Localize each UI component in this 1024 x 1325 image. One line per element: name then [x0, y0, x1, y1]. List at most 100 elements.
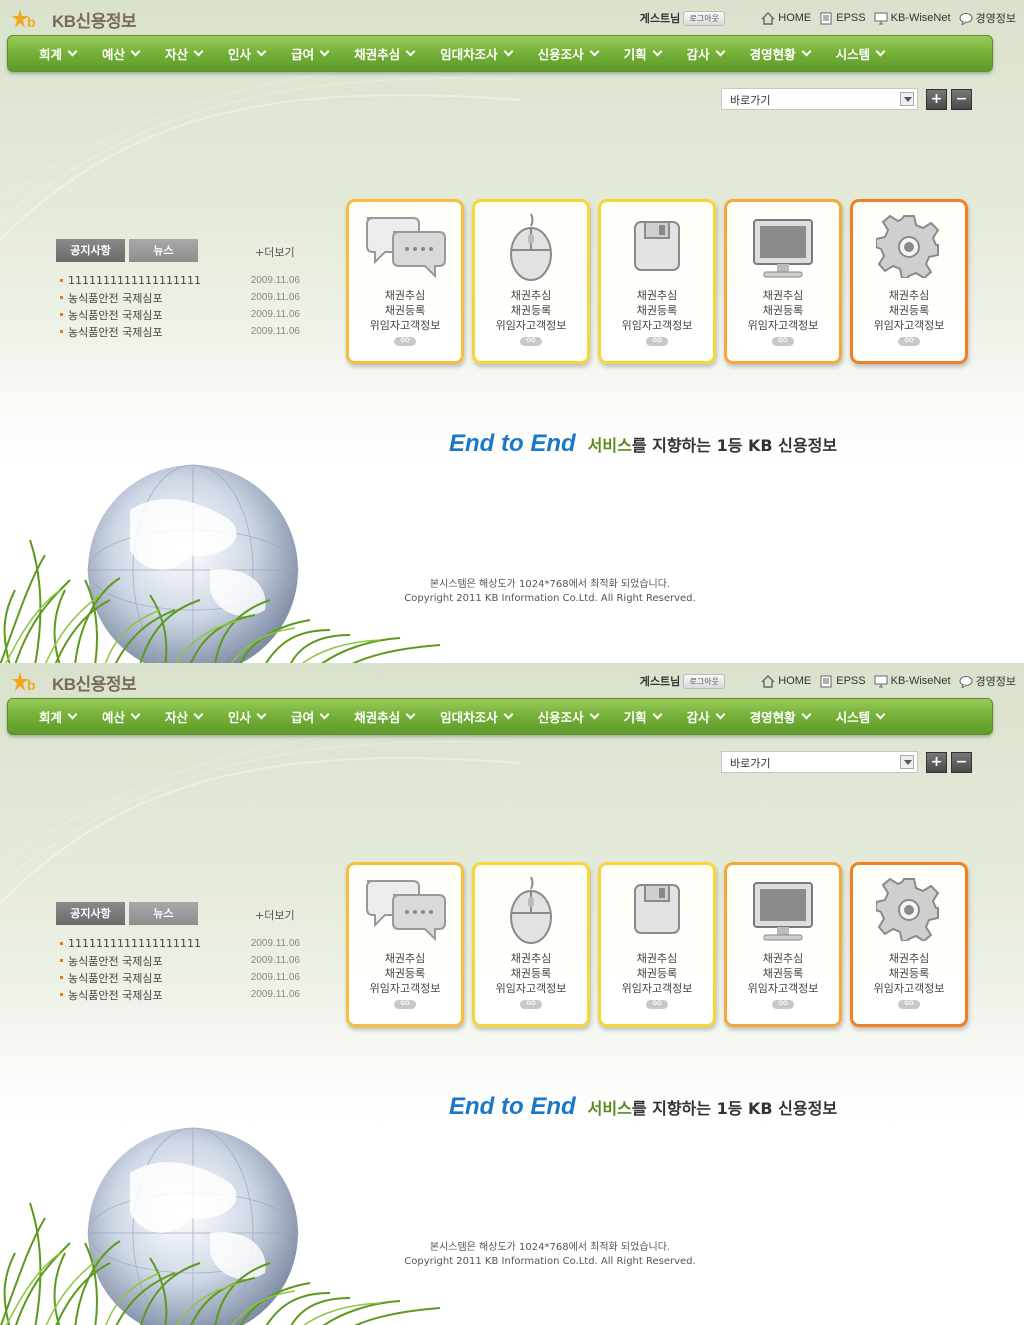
- gnb-item[interactable]: 기획: [611, 36, 674, 71]
- gnb-item[interactable]: 채권추심: [341, 699, 427, 734]
- management-info-link[interactable]: 경영정보: [959, 673, 1016, 689]
- gnb-item[interactable]: 채권추심: [341, 36, 427, 71]
- quick-go-select[interactable]: 바로가기: [721, 88, 918, 110]
- chevron-down-icon: [193, 46, 204, 57]
- chevron-down-icon[interactable]: [900, 755, 914, 769]
- epss-link[interactable]: EPSS: [819, 675, 866, 688]
- card-line: 채권등록: [888, 967, 930, 980]
- gnb-item[interactable]: 인사: [215, 699, 278, 734]
- zoom-out-button[interactable]: −: [951, 89, 972, 110]
- gnb-item[interactable]: 임대차조사: [427, 699, 525, 734]
- notice-row[interactable]: 농식품안전 국제심포 2009.11.06: [60, 306, 300, 323]
- gnb-item[interactable]: 자산: [152, 699, 215, 734]
- quick-menu-card[interactable]: 채권추심 채권등록 위임자고객정보 GO: [724, 199, 842, 364]
- card-line: 위임자고객정보: [747, 982, 819, 995]
- quick-go-select[interactable]: 바로가기: [721, 751, 918, 773]
- quick-menu-card[interactable]: 채권추심 채권등록 위임자고객정보 GO: [598, 199, 716, 364]
- gnb-item[interactable]: 감사: [674, 699, 737, 734]
- quick-menu-card[interactable]: 채권추심 채권등록 위임자고객정보 GO: [472, 199, 590, 364]
- quick-menu-card[interactable]: 채권추심 채권등록 위임자고객정보 GO: [598, 862, 716, 1027]
- notice-title[interactable]: 1111111111111111111: [60, 937, 201, 950]
- zoom-out-button[interactable]: −: [951, 752, 972, 773]
- card-line: 채권추심: [762, 952, 804, 965]
- gnb-item[interactable]: 시스템: [823, 36, 898, 71]
- logout-button[interactable]: 로그아웃: [683, 10, 726, 26]
- go-button[interactable]: GO: [394, 337, 416, 346]
- card-line: 위임자고객정보: [369, 319, 441, 332]
- more-link[interactable]: +더보기: [255, 244, 295, 260]
- gnb-item[interactable]: 급여: [278, 36, 341, 71]
- tab-news[interactable]: 뉴스: [129, 239, 198, 262]
- gnb-item[interactable]: 급여: [278, 699, 341, 734]
- notice-title[interactable]: 농식품안전 국제심포: [60, 307, 163, 323]
- kb-logo[interactable]: b KB신용정보: [12, 669, 137, 695]
- notice-row[interactable]: 농식품안전 국제심포 2009.11.06: [60, 969, 300, 986]
- gnb-item[interactable]: 시스템: [823, 699, 898, 734]
- gnb-item[interactable]: 경영현황: [737, 699, 823, 734]
- gnb-item[interactable]: 회계: [26, 36, 89, 71]
- go-button[interactable]: GO: [898, 337, 920, 346]
- go-button[interactable]: GO: [520, 1000, 542, 1009]
- home-link[interactable]: HOME: [761, 674, 811, 688]
- card-line: 채권추심: [510, 289, 552, 302]
- top-utility-bar: 게스트님 로그아웃 HOME EPSS KB-WiseNet 경영정보: [640, 8, 1024, 28]
- go-button[interactable]: GO: [772, 337, 794, 346]
- gnb-item[interactable]: 경영현황: [737, 36, 823, 71]
- gnb-item[interactable]: 기획: [611, 699, 674, 734]
- logout-button[interactable]: 로그아웃: [683, 673, 726, 689]
- quick-menu-card[interactable]: 채권추심 채권등록 위임자고객정보 GO: [346, 862, 464, 1027]
- notice-row[interactable]: 농식품안전 국제심포 2009.11.06: [60, 289, 300, 306]
- quick-menu-card[interactable]: 채권추심 채권등록 위임자고객정보 GO: [724, 862, 842, 1027]
- gnb-item[interactable]: 신용조사: [525, 36, 611, 71]
- notice-title[interactable]: 농식품안전 국제심포: [60, 953, 163, 969]
- tab-notice[interactable]: 공지사항: [56, 239, 125, 262]
- notice-title[interactable]: 농식품안전 국제심포: [60, 970, 163, 986]
- gnb-item[interactable]: 감사: [674, 36, 737, 71]
- gnb-item[interactable]: 인사: [215, 36, 278, 71]
- notice-title[interactable]: 농식품안전 국제심포: [60, 324, 163, 340]
- notice-row[interactable]: 1111111111111111111 2009.11.06: [60, 272, 300, 289]
- go-button[interactable]: GO: [646, 337, 668, 346]
- notice-title[interactable]: 농식품안전 국제심포: [60, 290, 163, 306]
- go-button[interactable]: GO: [646, 1000, 668, 1009]
- main-navigation: 회계 예산 자산 인사 급여 채권추심 임대차조사 신용조사 기획 감사 경영현황 시스템: [7, 698, 993, 735]
- gnb-item[interactable]: 예산: [89, 36, 152, 71]
- gnb-item[interactable]: 예산: [89, 699, 152, 734]
- wisenet-link[interactable]: KB-WiseNet: [874, 675, 951, 688]
- gnb-item[interactable]: 회계: [26, 699, 89, 734]
- more-link[interactable]: +더보기: [255, 907, 295, 923]
- gnb-item[interactable]: 임대차조사: [427, 36, 525, 71]
- wisenet-link[interactable]: KB-WiseNet: [874, 12, 951, 25]
- go-button[interactable]: GO: [898, 1000, 920, 1009]
- gnb-item-label: 감사: [686, 710, 710, 725]
- zoom-in-button[interactable]: +: [926, 752, 947, 773]
- epss-link[interactable]: EPSS: [819, 12, 866, 25]
- notice-title[interactable]: 1111111111111111111: [60, 274, 201, 287]
- svg-text:b: b: [27, 677, 36, 693]
- quick-menu-card[interactable]: 채권추심 채권등록 위임자고객정보 GO: [472, 862, 590, 1027]
- gnb-item[interactable]: 신용조사: [525, 699, 611, 734]
- kb-logo[interactable]: b KB신용정보: [12, 6, 137, 32]
- management-info-link[interactable]: 경영정보: [959, 10, 1016, 26]
- notice-row[interactable]: 농식품안전 국제심포 2009.11.06: [60, 986, 300, 1003]
- notice-row[interactable]: 농식품안전 국제심포 2009.11.06: [60, 323, 300, 340]
- quick-menu-card[interactable]: 채권추심 채권등록 위임자고객정보 GO: [850, 862, 968, 1027]
- tab-notice[interactable]: 공지사항: [56, 902, 125, 925]
- gnb-item-label: 경영현황: [749, 47, 796, 62]
- go-button[interactable]: GO: [520, 337, 542, 346]
- tab-news[interactable]: 뉴스: [129, 902, 198, 925]
- notice-title[interactable]: 농식품안전 국제심포: [60, 987, 163, 1003]
- quick-menu-card[interactable]: 채권추심 채권등록 위임자고객정보 GO: [850, 199, 968, 364]
- go-button[interactable]: GO: [394, 1000, 416, 1009]
- quick-menu-card[interactable]: 채권추심 채권등록 위임자고객정보 GO: [346, 199, 464, 364]
- chevron-down-icon[interactable]: [900, 92, 914, 106]
- zoom-in-button[interactable]: +: [926, 89, 947, 110]
- notice-row[interactable]: 농식품안전 국제심포 2009.11.06: [60, 952, 300, 969]
- gnb-item-label: 경영현황: [749, 710, 796, 725]
- home-link[interactable]: HOME: [761, 11, 811, 25]
- card-text: 채권추심 채권등록 위임자고객정보: [475, 951, 587, 996]
- gnb-item[interactable]: 자산: [152, 36, 215, 71]
- notice-row[interactable]: 1111111111111111111 2009.11.06: [60, 935, 300, 952]
- management-info-link-label: 경영정보: [975, 13, 1016, 25]
- go-button[interactable]: GO: [772, 1000, 794, 1009]
